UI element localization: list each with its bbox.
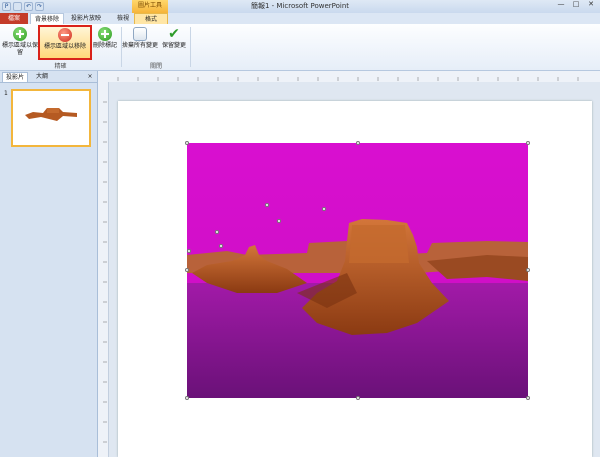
slides-pane: 投影片 大綱 × 1 — [0, 71, 98, 457]
delete-mark-button[interactable]: 刪除標記 — [92, 26, 118, 60]
maximize-button[interactable]: □ — [569, 0, 583, 10]
tab-background-removal[interactable]: 背景移除 — [30, 13, 64, 24]
resize-handle[interactable] — [526, 141, 530, 145]
resize-handle[interactable] — [356, 396, 360, 400]
ribbon: 標示區域以保留 標示區域以移除 刪除標記 捨棄所有變更 ✔ 保留變更 精確 關閉 — [0, 24, 600, 71]
red-minus-circle-icon — [58, 28, 72, 42]
tab-view[interactable]: 檢視 — [110, 13, 136, 24]
tab-file[interactable]: 檔案 — [0, 13, 28, 24]
resize-handle[interactable] — [526, 268, 530, 272]
tab-outline[interactable]: 大綱 — [32, 72, 52, 82]
green-checkmark-icon: ✔ — [168, 26, 180, 42]
save-label: 保留變更 — [161, 42, 186, 49]
ribbon-separator — [190, 27, 191, 67]
resize-handle[interactable] — [185, 396, 189, 400]
remove-label: 標示區域以移除 — [43, 43, 86, 50]
group-close-label: 關閉 — [149, 63, 162, 70]
mark-areas-to-remove-button[interactable]: 標示區域以移除 — [38, 25, 92, 60]
desert-image — [187, 143, 528, 398]
marker-handle[interactable] — [187, 249, 191, 253]
discard-icon — [133, 27, 147, 41]
mark-areas-to-keep-button[interactable]: 標示區域以保留 — [2, 26, 38, 60]
resize-handle[interactable] — [185, 268, 189, 272]
marker-handle[interactable] — [277, 219, 281, 223]
window-title: 簡報1 - Microsoft PowerPoint — [250, 2, 350, 10]
tab-slideshow[interactable]: 投影片放映 — [68, 13, 104, 24]
thumbnail-image — [25, 108, 77, 121]
marker-handle[interactable] — [219, 244, 223, 248]
keep-label: 標示區域以保留 — [2, 42, 39, 56]
picture-background-removal[interactable] — [187, 143, 528, 398]
resize-handle[interactable] — [185, 141, 189, 145]
close-button[interactable]: ✕ — [584, 0, 598, 10]
discard-label: 捨棄所有變更 — [122, 42, 159, 49]
group-refine-label: 精確 — [54, 63, 67, 70]
window-controls: — □ ✕ — [554, 0, 598, 10]
slide-thumbnail[interactable] — [11, 89, 91, 147]
slide-number: 1 — [4, 90, 8, 97]
keep-changes-button[interactable]: ✔ 保留變更 — [158, 26, 190, 60]
vertical-ruler — [98, 82, 109, 457]
marker-handle[interactable] — [322, 207, 326, 211]
pane-tabs: 投影片 大綱 × — [0, 71, 97, 83]
resize-handle[interactable] — [356, 141, 360, 145]
resize-handle[interactable] — [526, 396, 530, 400]
minimize-button[interactable]: — — [554, 0, 568, 10]
tab-slides[interactable]: 投影片 — [2, 72, 28, 82]
discard-all-changes-button[interactable]: 捨棄所有變更 — [122, 26, 158, 60]
delete-label: 刪除標記 — [92, 42, 117, 49]
eraser-icon — [98, 27, 112, 41]
marker-handle[interactable] — [215, 230, 219, 234]
green-plus-circle-icon — [13, 27, 27, 41]
title-bar: P ↶ ↷ 圖片工具 簡報1 - Microsoft PowerPoint — … — [0, 0, 600, 14]
marker-handle[interactable] — [265, 203, 269, 207]
tab-format[interactable]: 格式 — [134, 13, 168, 24]
close-pane-button[interactable]: × — [86, 72, 94, 82]
ribbon-tab-row: 檔案 背景移除 投影片放映 檢視 格式 — [0, 13, 600, 24]
